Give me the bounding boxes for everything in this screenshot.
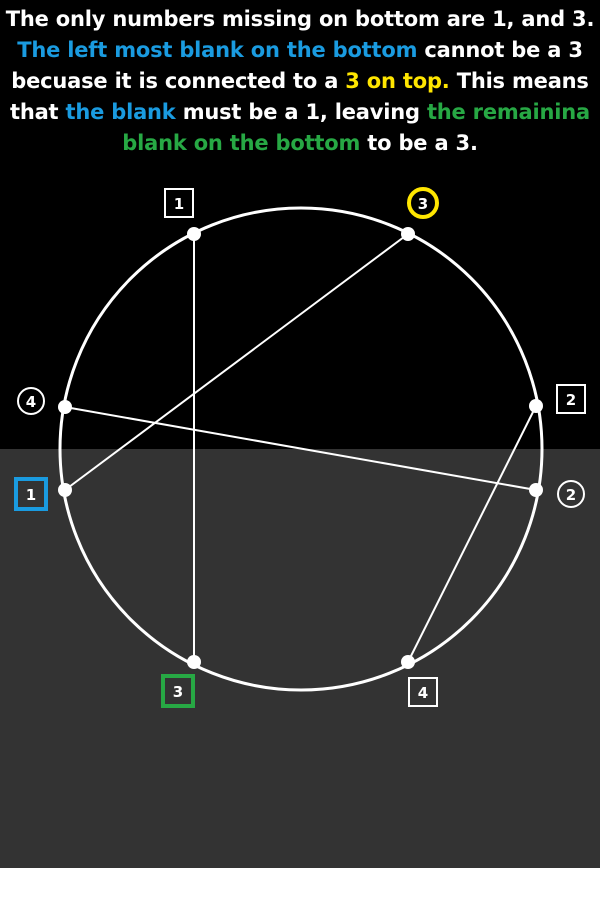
circle-point-top-right [401,227,415,241]
circle-point-right-upper [529,399,543,413]
label-left-lower: 1 [14,477,48,511]
circle-connection-diagram: 1 3 4 2 1 2 3 4 [14,187,586,708]
circle-point-left-upper [58,400,72,414]
connection-line [64,406,537,491]
circle-point-top-left [187,227,201,241]
label-bottom-right: 4 [408,677,438,707]
label-right-upper: 2 [556,384,586,414]
label-number: 2 [566,486,576,504]
label-number: 3 [173,683,183,701]
label-number: 2 [566,391,576,409]
connection-line [64,233,409,491]
label-left-upper: 4 [17,387,45,415]
circle-point-left-lower [58,483,72,497]
label-number: 4 [26,393,36,411]
label-number: 3 [418,195,428,213]
label-top-left: 1 [164,188,194,218]
label-right-lower: 2 [557,480,585,508]
label-number: 1 [174,195,184,213]
label-number: 4 [418,684,428,702]
connections-layer [64,233,537,663]
label-bottom-left: 3 [161,674,195,708]
label-number: 1 [26,486,36,504]
circle-point-bottom-left [187,655,201,669]
label-top-right: 3 [407,187,439,219]
circle-point-bottom-right [401,655,415,669]
connection-line [407,405,537,663]
circle-point-right-lower [529,483,543,497]
